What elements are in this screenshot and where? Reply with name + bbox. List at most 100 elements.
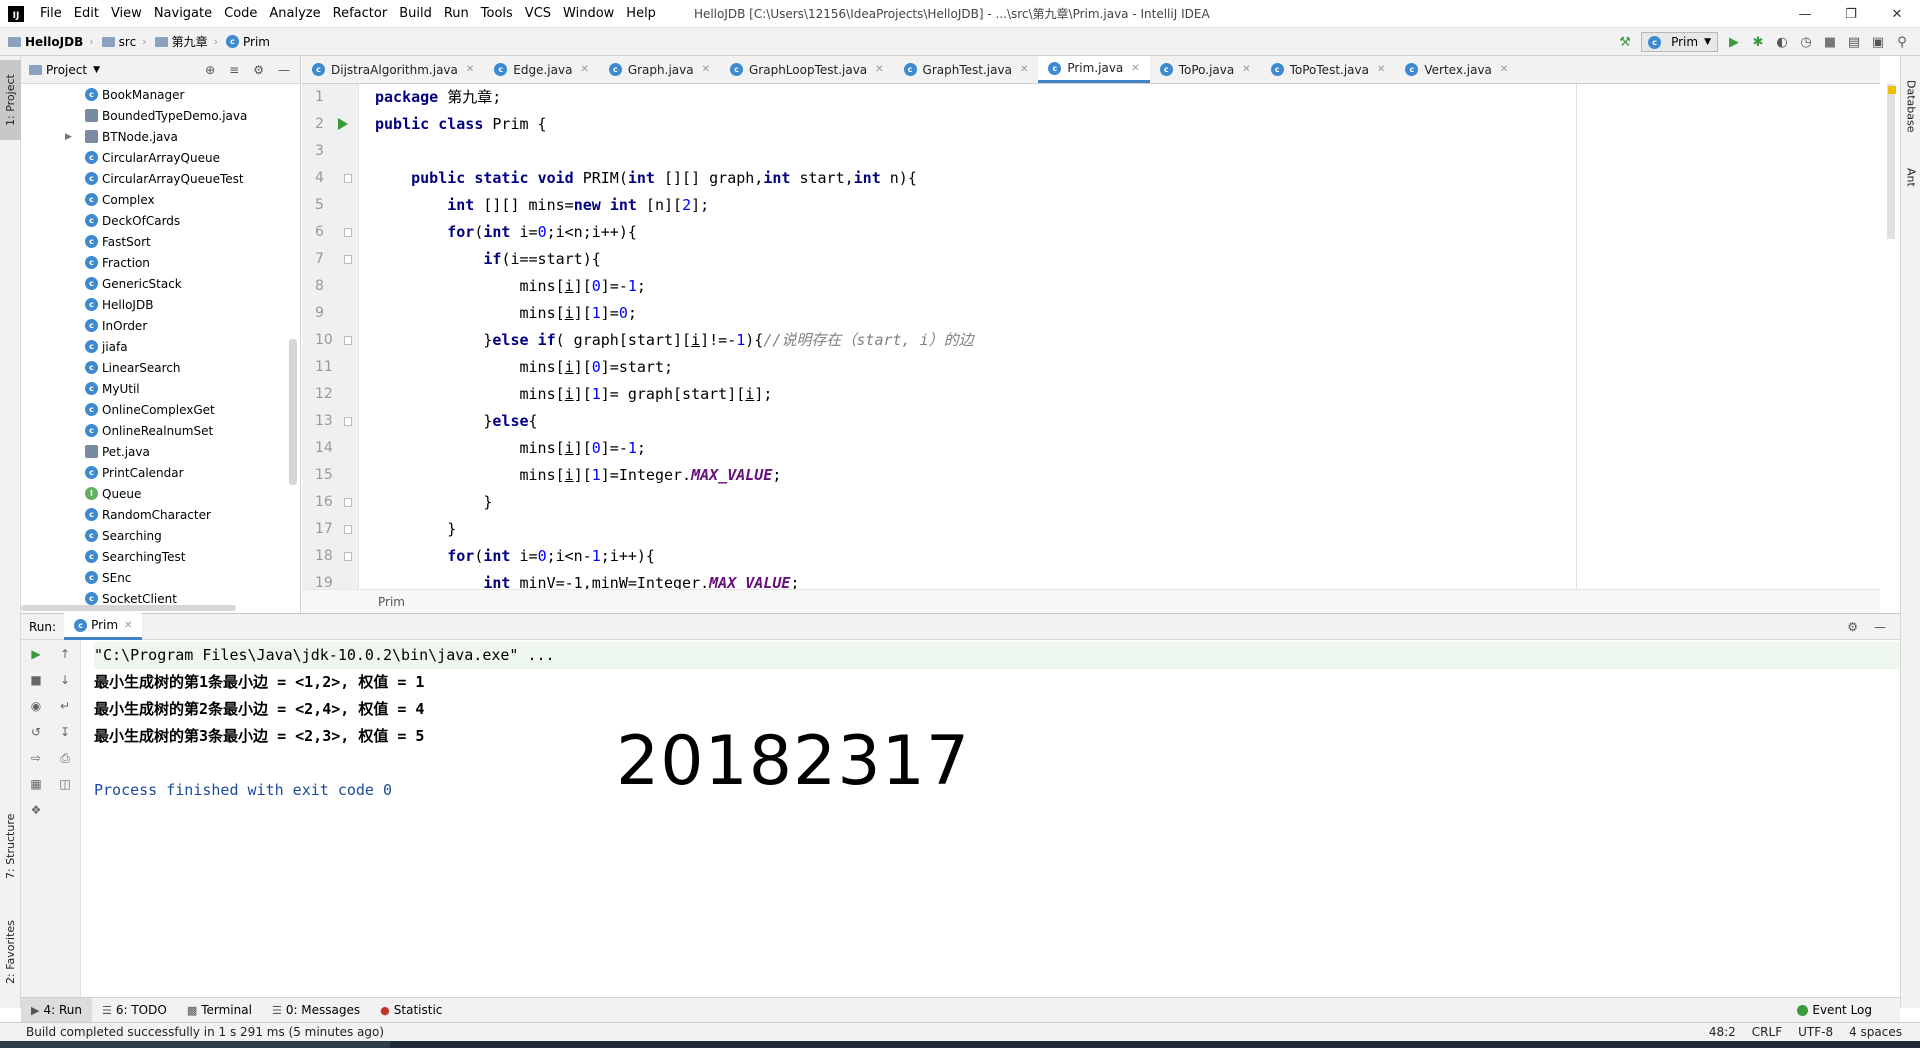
run-gutter-icon[interactable] — [338, 118, 348, 130]
favorites-tool-tab[interactable]: 2: Favorites — [0, 902, 21, 1002]
scroll-to-end-icon[interactable]: ↧ — [57, 724, 73, 740]
tree-item[interactable]: c GenericStack — [21, 273, 291, 294]
trash-icon[interactable]: ◫ — [57, 776, 73, 792]
coverage-icon[interactable]: ◐ — [1774, 34, 1790, 50]
hide-icon[interactable]: — — [278, 63, 290, 77]
editor-tab[interactable]: c ToPo.java ✕ — [1150, 56, 1261, 83]
search-icon[interactable]: ⚲ — [1894, 34, 1910, 50]
tree-item[interactable]: c PrintCalendar — [21, 462, 291, 483]
editor-tab[interactable]: c Edge.java ✕ — [484, 56, 599, 83]
tree-item[interactable]: c LinearSearch — [21, 357, 291, 378]
editor-tab[interactable]: c GraphTest.java ✕ — [894, 56, 1039, 83]
tree-item[interactable]: BoundedTypeDemo.java — [21, 105, 291, 126]
fold-icon[interactable] — [344, 552, 352, 561]
run-tab-prim[interactable]: c Prim ✕ — [64, 613, 143, 640]
close-icon[interactable]: ✕ — [580, 64, 588, 75]
fold-icon[interactable] — [344, 228, 352, 237]
tree-item[interactable]: c HelloJDB — [21, 294, 291, 315]
tree-item[interactable]: I Queue — [21, 483, 291, 504]
todo-tool-button[interactable]: ☰ 6: TODO — [92, 998, 177, 1023]
menu-view[interactable]: View — [105, 0, 148, 28]
debug-icon[interactable]: ✱ — [1750, 34, 1766, 50]
editor-tab[interactable]: c ToPoTest.java ✕ — [1261, 56, 1396, 83]
tree-item[interactable]: c OnlineComplexGet — [21, 399, 291, 420]
fold-icon[interactable] — [344, 255, 352, 264]
gear-icon[interactable]: ⚙ — [253, 63, 264, 77]
tree-item[interactable]: c SearchingTest — [21, 546, 291, 567]
tree-scrollbar[interactable] — [289, 339, 297, 485]
close-icon[interactable]: ✕ — [702, 64, 710, 75]
tree-item[interactable]: c CircularArrayQueueTest — [21, 168, 291, 189]
tree-item[interactable]: c InOrder — [21, 315, 291, 336]
close-icon[interactable]: ✕ — [1500, 64, 1508, 75]
tree-item[interactable]: c BookManager — [21, 84, 291, 105]
console-output[interactable]: "C:\Program Files\Java\jdk-10.0.2\bin\ja… — [82, 640, 1900, 997]
menu-analyze[interactable]: Analyze — [263, 0, 326, 28]
menu-help[interactable]: Help — [620, 0, 662, 28]
restore-icon[interactable]: ❐ — [1828, 0, 1874, 28]
chevron-right-icon[interactable]: ▶ — [65, 132, 72, 142]
tree-item[interactable]: Pet.java — [21, 441, 291, 462]
arrow-down-icon[interactable]: ↓ — [57, 672, 73, 688]
tree-item[interactable]: c Fraction — [21, 252, 291, 273]
menu-code[interactable]: Code — [218, 0, 263, 28]
statistic-tool-button[interactable]: ● Statistic — [370, 998, 452, 1023]
editor-tab[interactable]: c DijstraAlgorithm.java ✕ — [302, 56, 484, 83]
tree-item[interactable]: c SEnc — [21, 567, 291, 588]
fold-icon[interactable] — [344, 336, 352, 345]
print-icon[interactable]: ⎙ — [57, 750, 73, 766]
rerun-icon[interactable]: ▶ — [28, 646, 44, 662]
menu-run[interactable]: Run — [438, 0, 475, 28]
menu-vcs[interactable]: VCS — [519, 0, 557, 28]
hide-icon[interactable]: — — [1874, 620, 1886, 634]
close-icon[interactable]: ✕ — [1242, 64, 1250, 75]
fold-icon[interactable] — [344, 498, 352, 507]
editor-breadcrumb[interactable]: Prim — [302, 589, 1880, 613]
caret-position[interactable]: 48:2 — [1709, 1025, 1736, 1039]
tree-horizontal-scrollbar[interactable] — [21, 605, 236, 611]
status-message[interactable]: Build completed successfully in 1 s 291 … — [0, 1025, 384, 1039]
event-log-button[interactable]: Event Log — [1797, 1003, 1900, 1017]
locate-icon[interactable]: ⊕ — [205, 63, 215, 77]
code-editor[interactable]: package 第九章; public class Prim { public s… — [358, 84, 1576, 589]
database-tool-tab[interactable]: Database — [1901, 66, 1920, 146]
tree-item[interactable]: c DeckOfCards — [21, 210, 291, 231]
structure-tool-tab[interactable]: 7: Structure — [0, 796, 21, 896]
layout-icon[interactable]: ▣ — [1870, 34, 1886, 50]
close-icon[interactable]: ✕ — [875, 64, 883, 75]
breadcrumb-class[interactable]: c Prim — [218, 35, 270, 49]
close-icon[interactable]: ✕ — [124, 620, 132, 631]
editor-tab[interactable]: c Prim.java ✕ — [1038, 56, 1150, 83]
breadcrumb-src[interactable]: src › — [94, 35, 147, 49]
gear-icon[interactable]: ⚙ — [1847, 620, 1858, 634]
menu-tools[interactable]: Tools — [475, 0, 519, 28]
close-icon[interactable]: ✕ — [1874, 0, 1920, 28]
build-hammer-icon[interactable]: ⚒ — [1617, 34, 1633, 50]
ant-tool-tab[interactable]: Ant — [1901, 152, 1920, 202]
run-tool-button[interactable]: ▶ 4: Run — [21, 997, 92, 1023]
menu-build[interactable]: Build — [393, 0, 438, 28]
menu-refactor[interactable]: Refactor — [327, 0, 394, 28]
warning-marker-icon[interactable] — [1888, 86, 1896, 94]
exit-icon[interactable]: ⇨ — [28, 750, 44, 766]
editor-scrollbar[interactable] — [1887, 84, 1895, 239]
tree-item[interactable]: c SocketClient — [21, 588, 291, 605]
editor-tab[interactable]: c Graph.java ✕ — [599, 56, 720, 83]
tree-item[interactable]: c jiafa — [21, 336, 291, 357]
close-icon[interactable]: ✕ — [1377, 64, 1385, 75]
messages-tool-button[interactable]: ☰ 0: Messages — [262, 998, 370, 1023]
terminal-tool-button[interactable]: ▩ Terminal — [177, 998, 262, 1023]
menu-edit[interactable]: Edit — [68, 0, 105, 28]
layout-icon[interactable]: ▦ — [28, 776, 44, 792]
soft-wrap-icon[interactable]: ↵ — [57, 698, 73, 714]
tree-item[interactable]: c MyUtil — [21, 378, 291, 399]
tree-item[interactable]: c OnlineRealnumSet — [21, 420, 291, 441]
line-separator[interactable]: CRLF — [1752, 1025, 1782, 1039]
editor-tab[interactable]: c Vertex.java ✕ — [1395, 56, 1518, 83]
breadcrumb-project[interactable]: HelloJDB › — [0, 35, 94, 49]
close-icon[interactable]: ✕ — [466, 64, 474, 75]
project-view-select[interactable]: Project — [46, 63, 87, 77]
menu-file[interactable]: File — [34, 0, 68, 28]
tree-item[interactable]: c CircularArrayQueue — [21, 147, 291, 168]
close-icon[interactable]: ✕ — [1131, 63, 1139, 74]
